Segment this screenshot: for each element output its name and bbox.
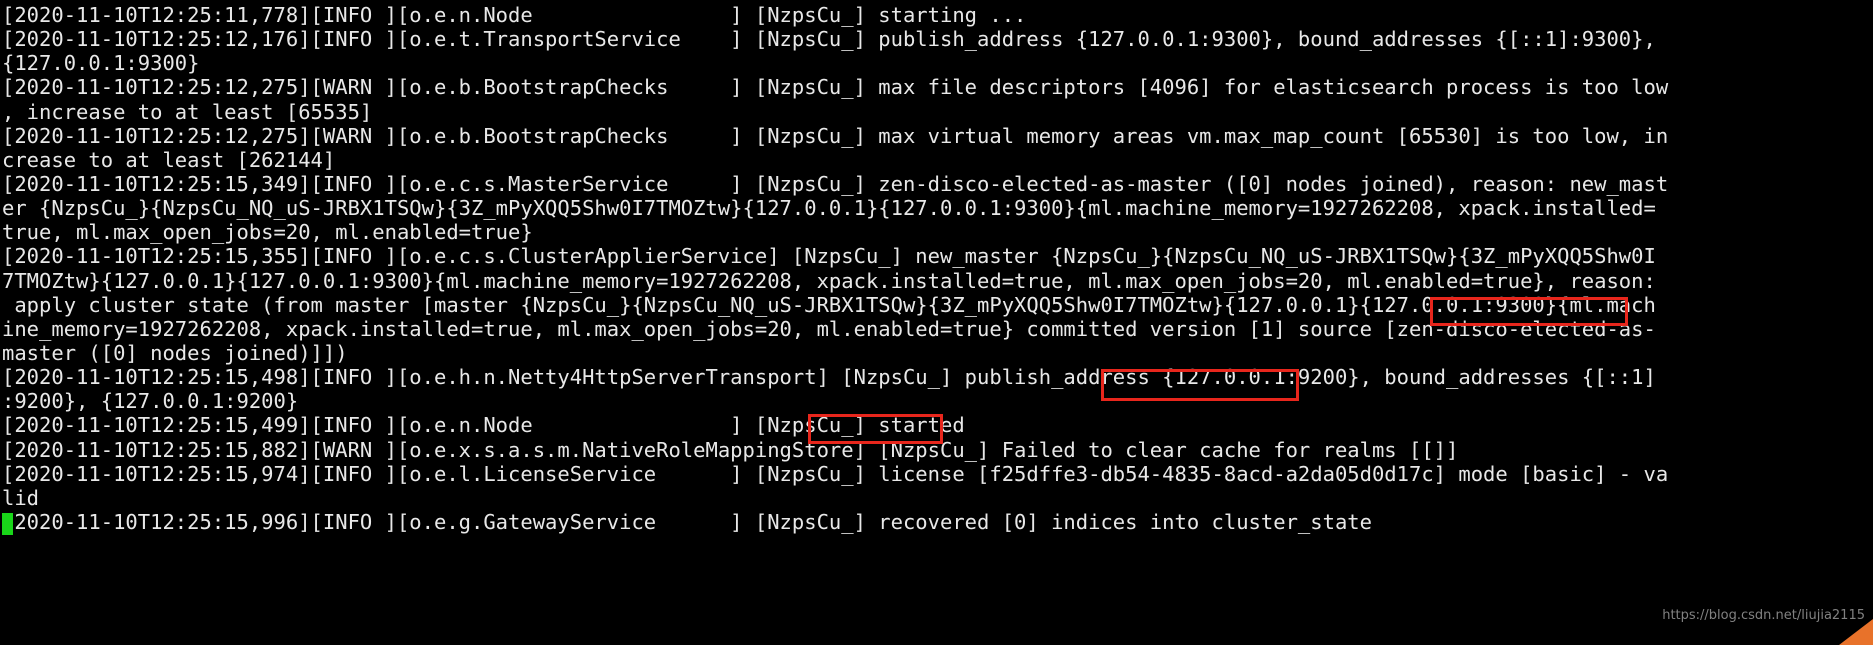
log-line: ine_memory=1927262208, xpack.installed=t… — [2, 316, 1656, 341]
log-line: crease to at least [262144] — [2, 147, 336, 172]
log-line: er {NzpsCu_}{NzpsCu_NQ_uS-JRBX1TSQw}{3Z_… — [2, 196, 1656, 221]
terminal-cursor — [2, 513, 13, 535]
log-line: [2020-11-10T12:25:15,882][WARN ][o.e.x.s… — [2, 437, 1459, 462]
csdn-watermark: https://blog.csdn.net/liujia2115 — [1662, 608, 1865, 623]
log-line: [2020-11-10T12:25:15,349][INFO ][o.e.c.s… — [2, 171, 1669, 196]
log-line: 7TMOZtw}{127.0.0.1}{127.0.0.1:9300}{ml.m… — [2, 268, 1656, 293]
log-line: [2020-11-10T12:25:15,974][INFO ][o.e.l.L… — [2, 461, 1669, 486]
log-line: [2020-11-10T12:25:15,355][INFO ][o.e.c.s… — [2, 244, 1656, 269]
terminal-log-output: [2020-11-10T12:25:11,778][INFO ][o.e.n.N… — [0, 0, 1873, 645]
corner-triangle-decoration — [1839, 619, 1873, 645]
log-line: [2020-11-10T12:25:12,176][INFO ][o.e.t.T… — [2, 27, 1656, 52]
log-line: {127.0.0.1:9300} — [2, 51, 200, 76]
log-line: [2020-11-10T12:25:12,275][WARN ][o.e.b.B… — [2, 123, 1669, 148]
log-line: , increase to at least [65535] — [2, 99, 373, 124]
log-line: [2020-11-10T12:25:12,275][WARN ][o.e.b.B… — [2, 75, 1669, 100]
log-line: [2020-11-10T12:25:15,996][INFO ][o.e.g.G… — [2, 509, 1372, 534]
log-line: [2020-11-10T12:25:15,498][INFO ][o.e.h.n… — [2, 365, 1656, 390]
log-line: master ([0] nodes joined)]]) — [2, 340, 348, 365]
log-line: true, ml.max_open_jobs=20, ml.enabled=tr… — [2, 220, 533, 245]
log-line: apply cluster state (from master [master… — [2, 292, 1656, 317]
log-line: [2020-11-10T12:25:15,499][INFO ][o.e.n.N… — [2, 413, 965, 438]
log-line: :9200}, {127.0.0.1:9200} — [2, 389, 299, 414]
log-line: [2020-11-10T12:25:11,778][INFO ][o.e.n.N… — [2, 3, 1027, 27]
log-line: lid — [2, 485, 40, 510]
